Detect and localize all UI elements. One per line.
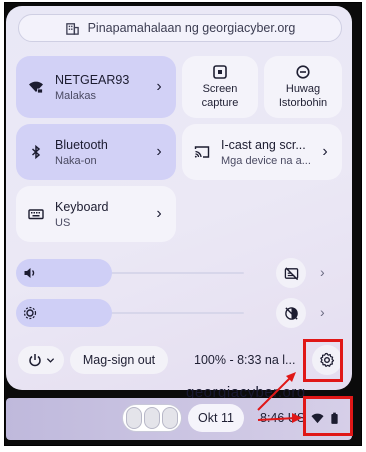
- power-icon: [28, 354, 41, 367]
- chevron-right-icon: ›: [156, 205, 162, 222]
- screen-capture-label-1: Screen: [202, 83, 238, 95]
- do-not-disturb-tile[interactable]: Huwag Istorbohin: [264, 56, 342, 118]
- bluetooth-tile[interactable]: Bluetooth Naka-on ›: [16, 124, 176, 180]
- wifi-lock-icon: [28, 79, 44, 95]
- keyboard-tile[interactable]: Keyboard US ›: [16, 186, 176, 242]
- time-locale: 8:46 US: [260, 411, 306, 425]
- quick-settings-panel: Pinapamahalaan ng georgiacyber.org NETGE…: [6, 6, 352, 390]
- bluetooth-status: Naka-on: [55, 154, 97, 167]
- bluetooth-icon: [28, 144, 44, 160]
- cast-subtitle: Mga device na a...: [221, 154, 311, 167]
- bluetooth-title: Bluetooth: [55, 137, 108, 152]
- chevron-right-icon[interactable]: ›: [320, 304, 325, 320]
- chevron-right-icon: ›: [156, 78, 162, 95]
- cast-title: I-cast ang scr...: [221, 137, 306, 152]
- window-thumbnail[interactable]: [144, 407, 160, 429]
- night-light-off-icon: [284, 306, 298, 320]
- window-thumbnail[interactable]: [162, 407, 178, 429]
- keyboard-layout: US: [55, 216, 71, 229]
- wifi-tile[interactable]: NETGEAR93 Malakas ›: [16, 56, 176, 118]
- chevron-down-icon: [46, 357, 54, 363]
- chevron-right-icon[interactable]: ›: [320, 264, 325, 280]
- cast-icon: [194, 144, 210, 160]
- date-tray[interactable]: Okt 11: [188, 404, 244, 432]
- captions-button[interactable]: [276, 258, 306, 288]
- chevron-right-icon: ›: [322, 143, 328, 160]
- brightness-slider[interactable]: [16, 299, 112, 327]
- wifi-network-name: NETGEAR93: [55, 72, 130, 87]
- wifi-signal-strength: Malakas: [55, 89, 96, 102]
- window-thumbnail[interactable]: [126, 407, 142, 429]
- night-light-button[interactable]: [276, 298, 306, 328]
- chevron-right-icon: ›: [156, 143, 162, 160]
- brightness-icon: [23, 306, 37, 320]
- screen-capture-tile[interactable]: Screen capture: [182, 56, 258, 118]
- battery-status: 100% - 8:33 na l...: [194, 353, 296, 367]
- managed-banner-text: Pinapamahalaan ng georgiacyber.org: [87, 21, 296, 35]
- screen-capture-label-2: capture: [201, 97, 239, 109]
- open-windows-thumbnails[interactable]: [122, 404, 182, 432]
- dnd-label-2: Istorbohin: [278, 97, 328, 109]
- screen-capture-icon: [213, 65, 227, 79]
- sign-out-label: Mag-sign out: [82, 353, 156, 367]
- captions-off-icon: [284, 266, 298, 280]
- status-tray-highlight-box: [303, 396, 353, 436]
- volume-icon: [24, 268, 35, 278]
- settings-highlight-box: [303, 339, 343, 382]
- keyboard-icon: [28, 206, 44, 222]
- building-icon: [65, 22, 79, 35]
- date-label: Okt 11: [198, 411, 234, 425]
- sign-out-button[interactable]: Mag-sign out: [70, 346, 168, 374]
- managed-banner[interactable]: Pinapamahalaan ng georgiacyber.org: [18, 14, 342, 42]
- dnd-label-1: Huwag: [285, 83, 321, 95]
- cast-tile[interactable]: I-cast ang scr... Mga device na a... ›: [182, 124, 342, 180]
- power-menu-button[interactable]: [18, 346, 64, 374]
- do-not-disturb-icon: [296, 65, 310, 79]
- volume-slider[interactable]: [16, 259, 112, 287]
- keyboard-title: Keyboard: [55, 199, 109, 214]
